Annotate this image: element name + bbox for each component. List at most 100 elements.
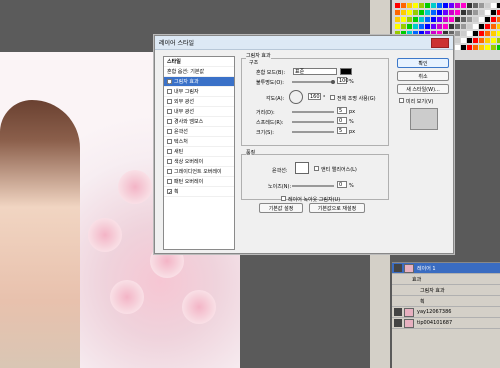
style-list-item[interactable]: 내부 광선 [164,107,234,117]
layer-row[interactable]: 획 [392,296,500,307]
layer-row[interactable]: yay12067386 [392,307,500,318]
color-swatch[interactable] [479,31,484,36]
style-list-item[interactable]: 새틴 [164,147,234,157]
ok-button[interactable]: 확인 [397,58,449,68]
color-swatch[interactable] [467,31,472,36]
style-checkbox[interactable] [167,149,172,154]
style-list-item[interactable]: 그레이디언트 오버레이 [164,167,234,177]
color-swatch[interactable] [467,3,472,8]
color-swatch[interactable] [461,17,466,22]
style-checkbox[interactable] [167,99,172,104]
color-swatch[interactable] [479,17,484,22]
color-swatch[interactable] [455,38,460,43]
distance-slider[interactable] [292,111,334,113]
angle-dial[interactable] [289,90,303,104]
style-checkbox[interactable] [167,159,172,164]
color-swatch[interactable] [455,24,460,29]
color-swatch[interactable] [467,17,472,22]
color-swatch[interactable] [461,31,466,36]
color-swatch[interactable] [485,17,490,22]
style-checkbox[interactable] [167,179,172,184]
shadow-color-swatch[interactable] [340,68,352,75]
color-swatch[interactable] [473,17,478,22]
size-input[interactable]: 5 [337,127,347,134]
color-swatch[interactable] [443,17,448,22]
style-checkbox[interactable] [167,129,172,134]
color-swatch[interactable] [431,17,436,22]
color-swatch[interactable] [491,45,496,50]
color-swatch[interactable] [479,3,484,8]
style-checkbox[interactable]: ✓ [167,79,172,86]
style-list-item[interactable]: 윤곽선 [164,127,234,137]
color-swatch[interactable] [401,3,406,8]
color-swatch[interactable] [461,45,466,50]
color-swatch[interactable] [491,10,496,15]
layers-panel[interactable]: 레이어 1 효과 그림자 효과 획 yay12067386 tip0041016… [392,262,500,368]
color-swatch[interactable] [473,24,478,29]
color-swatch[interactable] [431,10,436,15]
color-swatch[interactable] [437,3,442,8]
noise-slider[interactable] [292,185,334,187]
color-swatch[interactable] [461,10,466,15]
color-swatch[interactable] [479,24,484,29]
color-swatch[interactable] [407,10,412,15]
style-list-item[interactable]: ✓ 그림자 효과 [164,77,234,87]
color-swatch[interactable] [449,10,454,15]
color-swatch[interactable] [407,17,412,22]
opacity-knob[interactable] [331,80,335,84]
color-swatch[interactable] [401,17,406,22]
size-slider[interactable] [292,131,334,133]
color-swatch[interactable] [437,10,442,15]
color-swatch[interactable] [461,3,466,8]
style-checkbox[interactable] [167,119,172,124]
color-swatch[interactable] [491,24,496,29]
color-swatch[interactable] [491,38,496,43]
color-swatch[interactable] [419,3,424,8]
close-icon[interactable] [431,37,449,48]
blend-mode-select[interactable]: 표준 [293,68,337,75]
color-swatch[interactable] [413,10,418,15]
color-swatch[interactable] [449,24,454,29]
new-style-button[interactable]: 새 스타일(W)... [397,84,449,94]
color-swatch[interactable] [467,24,472,29]
distance-input[interactable]: 5 [337,107,347,114]
color-swatch[interactable] [449,17,454,22]
color-swatch[interactable] [413,3,418,8]
color-swatch[interactable] [401,10,406,15]
color-swatch[interactable] [425,3,430,8]
color-swatch[interactable] [479,45,484,50]
style-checkbox[interactable] [167,89,172,94]
color-swatch[interactable] [485,24,490,29]
eye-icon[interactable] [394,264,402,272]
color-swatch[interactable] [419,10,424,15]
color-swatch[interactable] [485,31,490,36]
color-swatch[interactable] [467,38,472,43]
color-swatch[interactable] [461,24,466,29]
color-swatch[interactable] [479,38,484,43]
preview-checkbox[interactable] [399,98,404,103]
styles-list[interactable]: 스타일 혼합 옵션: 기본값 ✓ 그림자 효과 내부 그림자 외부 광선 내부 광선 경사와… [163,56,235,250]
style-checkbox[interactable] [167,169,172,174]
color-swatch[interactable] [473,3,478,8]
color-swatch[interactable] [491,3,496,8]
layer-row[interactable]: tip004101687 [392,318,500,329]
color-swatch[interactable] [419,24,424,29]
color-swatch[interactable] [455,31,460,36]
color-swatch[interactable] [407,3,412,8]
color-swatch[interactable] [479,10,484,15]
style-list-item[interactable]: 텍스처 [164,137,234,147]
style-checkbox[interactable] [167,139,172,144]
style-checkbox[interactable] [167,109,172,114]
color-swatch[interactable] [395,10,400,15]
color-swatch[interactable] [473,31,478,36]
color-swatch[interactable] [443,3,448,8]
color-swatch[interactable] [491,31,496,36]
color-swatch[interactable] [467,45,472,50]
color-swatch[interactable] [461,38,466,43]
color-swatch[interactable] [395,24,400,29]
color-swatch[interactable] [395,3,400,8]
style-list-item[interactable]: 경사와 엠보스 [164,117,234,127]
color-swatch[interactable] [473,45,478,50]
color-swatch[interactable] [413,17,418,22]
color-swatch[interactable] [425,10,430,15]
